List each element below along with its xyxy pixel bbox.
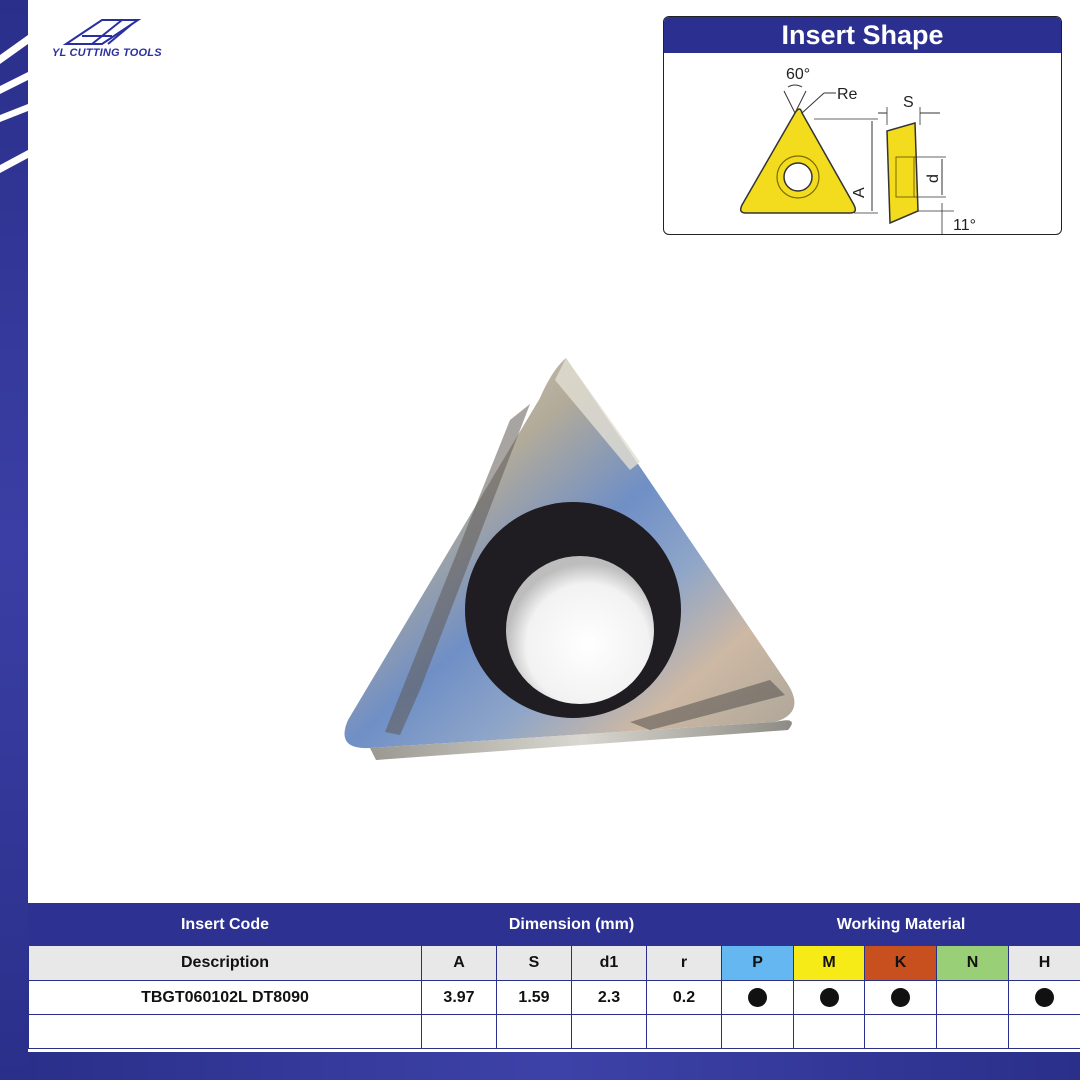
col-s-header: S [496, 945, 572, 981]
row-d1-value: 2.3 [571, 980, 647, 1015]
suitable-dot-icon [891, 988, 911, 1007]
suitable-dot-icon [748, 988, 768, 1007]
row-r-value: 0.2 [645, 980, 723, 1015]
material-k-cell [864, 980, 938, 1015]
row-s-value: 1.59 [496, 980, 572, 1015]
insert-product-image [344, 358, 795, 760]
insert-side-icon [886, 122, 919, 225]
hole-label: d [925, 174, 942, 183]
thickness-label: S [903, 94, 914, 111]
material-h-cell [1008, 980, 1080, 1015]
col-a-header: A [421, 945, 497, 981]
description-header: Description [28, 945, 422, 981]
bottom-decor-band [28, 1052, 1080, 1080]
material-n-header: N [936, 945, 1010, 981]
logo-mark-icon [62, 19, 142, 45]
table-group-header: Insert Code Dimension (mm) Working Mater… [28, 903, 1080, 946]
suitable-dot-icon [1035, 988, 1055, 1007]
working-material-header: Working Material [721, 903, 1080, 946]
insert-shape-panel: Insert Shape 60° Re A S d 11° [663, 16, 1062, 235]
insert-code-header: Insert Code [28, 903, 422, 946]
stripe-decor-icon [0, 35, 28, 173]
brand-logo: YL CUTTING TOOLS [52, 16, 182, 66]
material-k-header: K [864, 945, 938, 981]
material-p-cell [721, 980, 795, 1015]
clearance-label: 11° [953, 217, 976, 234]
material-p-header: P [721, 945, 795, 981]
table-row: TBGT060102L DT8090 3.97 1.59 2.3 0.2 [28, 980, 1080, 1015]
row-a-value: 3.97 [421, 980, 497, 1015]
material-h-header: H [1008, 945, 1080, 981]
row-description: TBGT060102L DT8090 [28, 980, 422, 1015]
inscribed-label: A [851, 187, 868, 198]
table-column-header: Description A S d1 r P M K N H [28, 945, 1080, 981]
radius-label: Re [837, 86, 858, 103]
insert-shape-title: Insert Shape [664, 17, 1061, 53]
left-decor-band [0, 0, 28, 1080]
material-m-cell [793, 980, 866, 1015]
insert-triangle-icon [739, 108, 857, 214]
suitable-dot-icon [819, 988, 839, 1007]
material-m-header: M [793, 945, 866, 981]
material-n-cell [936, 980, 1010, 1015]
spec-table: Insert Code Dimension (mm) Working Mater… [28, 903, 1080, 1049]
table-row-empty [28, 1014, 1080, 1049]
col-d1-header: d1 [571, 945, 647, 981]
angle-label: 60° [786, 66, 810, 83]
dimension-header: Dimension (mm) [420, 903, 723, 946]
col-r-header: r [645, 945, 723, 981]
insert-shape-diagram: 60° Re A S d 11° [739, 66, 976, 234]
brand-name: YL CUTTING TOOLS [52, 47, 162, 59]
